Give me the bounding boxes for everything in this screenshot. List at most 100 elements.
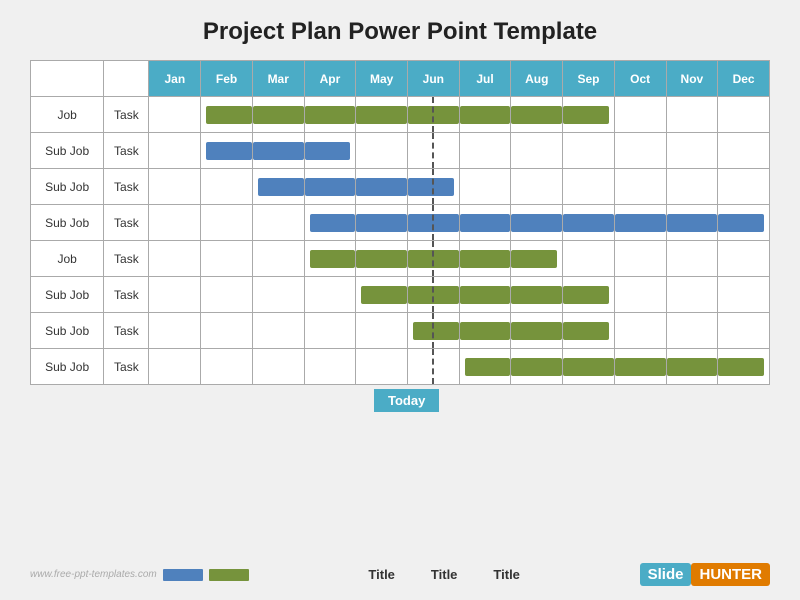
gantt-cell — [666, 241, 718, 277]
row-label: Sub Job — [31, 277, 104, 313]
gantt-cell — [201, 97, 253, 133]
gantt-cell — [408, 97, 460, 133]
gantt-cell — [459, 313, 511, 349]
gantt-cell — [304, 97, 356, 133]
table-row: Sub JobTask — [31, 313, 770, 349]
gantt-cell — [666, 313, 718, 349]
row-task: Task — [104, 277, 149, 313]
gantt-cell — [666, 205, 718, 241]
row-task: Task — [104, 241, 149, 277]
gantt-cell — [718, 169, 770, 205]
legend-site: www.free-ppt-templates.com — [30, 569, 157, 580]
table-row: Sub JobTask — [31, 169, 770, 205]
gantt-cell — [718, 97, 770, 133]
gantt-bar — [408, 214, 459, 232]
footer-titles: TitleTitleTitle — [368, 567, 520, 582]
row-label: Sub Job — [31, 349, 104, 385]
gantt-cell — [252, 205, 304, 241]
gantt-cell — [149, 349, 201, 385]
gantt-cell — [563, 133, 615, 169]
gantt-cell — [304, 349, 356, 385]
gantt-bar — [563, 322, 609, 340]
month-header-dec: Dec — [718, 61, 770, 97]
gantt-cell — [511, 349, 563, 385]
gantt-bar — [310, 250, 356, 268]
gantt-cell — [614, 277, 666, 313]
gantt-bar — [356, 214, 407, 232]
month-header-may: May — [356, 61, 408, 97]
gantt-bar — [310, 214, 356, 232]
gantt-cell — [511, 133, 563, 169]
table-row: Sub JobTask — [31, 205, 770, 241]
gantt-bar — [460, 322, 511, 340]
month-header-aug: Aug — [511, 61, 563, 97]
slide-text: Slide — [640, 563, 692, 586]
gantt-cell — [149, 133, 201, 169]
gantt-cell — [356, 133, 408, 169]
gantt-bar — [253, 142, 304, 160]
month-header-feb: Feb — [201, 61, 253, 97]
slide-title: Project Plan Power Point Template — [203, 18, 597, 46]
gantt-cell — [718, 277, 770, 313]
gantt-cell — [511, 205, 563, 241]
gantt-cell — [356, 313, 408, 349]
gantt-cell — [408, 349, 460, 385]
gantt-cell — [666, 97, 718, 133]
legend-green-bar — [209, 569, 249, 581]
gantt-cell — [201, 349, 253, 385]
month-header-mar: Mar — [252, 61, 304, 97]
gantt-bar — [511, 250, 557, 268]
gantt-bar — [511, 322, 562, 340]
gantt-cell — [408, 169, 460, 205]
gantt-bar — [563, 214, 614, 232]
gantt-bar — [460, 286, 511, 304]
gantt-cell — [563, 169, 615, 205]
gantt-cell — [614, 97, 666, 133]
gantt-cell — [718, 133, 770, 169]
gantt-bar — [305, 142, 351, 160]
gantt-wrapper: JanFebMarAprMayJunJulAugSepOctNovDec Job… — [30, 60, 770, 555]
gantt-bar — [408, 286, 459, 304]
gantt-cell — [304, 169, 356, 205]
gantt-cell — [511, 277, 563, 313]
gantt-bar — [563, 106, 609, 124]
bottom-bar: www.free-ppt-templates.com TitleTitleTit… — [30, 559, 770, 590]
month-header-jul: Jul — [459, 61, 511, 97]
gantt-cell — [718, 241, 770, 277]
row-task: Task — [104, 349, 149, 385]
gantt-bar — [253, 106, 304, 124]
gantt-bar — [465, 358, 511, 376]
gantt-cell — [149, 313, 201, 349]
table-row: Sub JobTask — [31, 349, 770, 385]
row-label: Sub Job — [31, 133, 104, 169]
gantt-cell — [304, 133, 356, 169]
row-task: Task — [104, 169, 149, 205]
bottom-left: www.free-ppt-templates.com — [30, 569, 249, 581]
gantt-cell — [511, 97, 563, 133]
row-task: Task — [104, 97, 149, 133]
gantt-bar — [413, 322, 459, 340]
gantt-bar — [460, 214, 511, 232]
table-row: JobTask — [31, 97, 770, 133]
gantt-cell — [614, 133, 666, 169]
row-label: Sub Job — [31, 169, 104, 205]
gantt-bar — [563, 358, 614, 376]
gantt-bar — [718, 358, 764, 376]
row-task: Task — [104, 313, 149, 349]
row-label: Job — [31, 97, 104, 133]
gantt-bar — [667, 214, 718, 232]
month-header-oct: Oct — [614, 61, 666, 97]
footer-title: Title — [493, 567, 520, 582]
gantt-cell — [252, 97, 304, 133]
header-label — [31, 61, 104, 97]
gantt-cell — [459, 241, 511, 277]
gantt-cell — [459, 169, 511, 205]
gantt-cell — [356, 277, 408, 313]
gantt-cell — [563, 97, 615, 133]
gantt-cell — [614, 169, 666, 205]
gantt-cell — [149, 205, 201, 241]
gantt-cell — [718, 349, 770, 385]
gantt-cell — [563, 205, 615, 241]
gantt-bar — [206, 142, 252, 160]
gantt-cell — [201, 313, 253, 349]
